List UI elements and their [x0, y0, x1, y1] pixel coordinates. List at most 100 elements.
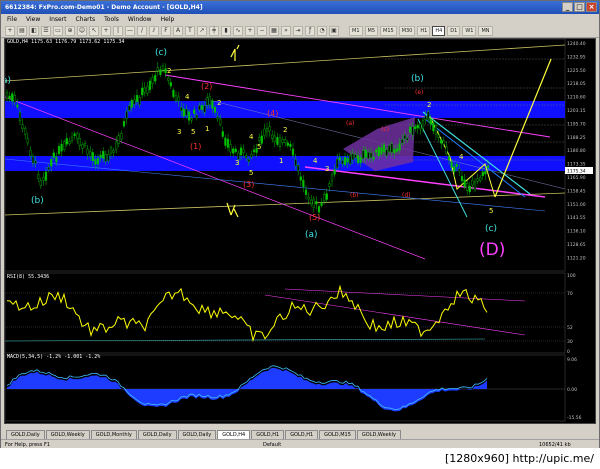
menu-charts[interactable]: Charts — [76, 16, 96, 23]
tab-gold-m15[interactable]: GOLD,M15 — [319, 430, 356, 439]
candle-body — [481, 171, 484, 177]
market-watch-icon[interactable]: ◧ — [29, 25, 39, 36]
candle-body — [289, 143, 292, 147]
tf-mn[interactable]: MN — [478, 25, 493, 36]
vertical-line-icon[interactable]: | — [113, 25, 123, 36]
candle-body — [416, 125, 419, 129]
candle-body — [424, 115, 427, 120]
candle-body — [265, 128, 269, 133]
fibonacci-icon[interactable]: F — [161, 25, 171, 36]
line-chart-icon[interactable]: ∿ — [233, 25, 243, 36]
tab-gold-weekly-2[interactable]: GOLD,Weekly — [356, 430, 401, 439]
new-chart-icon[interactable]: + — [5, 25, 15, 36]
candle-body — [310, 199, 313, 205]
menu-insert[interactable]: Insert — [49, 16, 66, 23]
periods-icon[interactable]: ◔ — [317, 25, 327, 36]
maximize-button[interactable]: □ — [574, 2, 585, 12]
text-icon[interactable]: A — [173, 25, 183, 36]
expert-advisors-icon[interactable]: ☺ — [77, 25, 87, 36]
horizontal-line-icon[interactable]: — — [125, 25, 135, 36]
candle-body — [385, 149, 388, 156]
tab-gold-daily-2[interactable]: GOLD,Daily — [137, 430, 177, 439]
tab-gold-daily[interactable]: GOLD,Daily — [6, 430, 45, 439]
candle-body — [57, 146, 61, 154]
candle-body — [388, 145, 391, 152]
candle-body — [447, 156, 451, 161]
menu-help[interactable]: Help — [161, 16, 175, 23]
status-profile: Default — [263, 441, 282, 448]
crosshair-icon[interactable]: + — [101, 25, 111, 36]
candle-body — [13, 95, 16, 103]
candle-body — [195, 114, 198, 118]
tf-m30[interactable]: M30 — [398, 25, 416, 36]
candle-body — [86, 148, 89, 155]
new-order-icon[interactable]: ⊕ — [65, 25, 75, 36]
tf-h1[interactable]: H1 — [417, 25, 431, 36]
label-icon[interactable]: T — [185, 25, 195, 36]
rsi-axis: 100 70 52 30 0 — [567, 273, 576, 355]
candle-body — [333, 169, 336, 175]
profiles-icon[interactable]: ▤ — [17, 25, 27, 36]
svg-text:5: 5 — [249, 169, 253, 177]
candle-body — [302, 179, 305, 187]
navigator-icon[interactable]: ☰ — [41, 25, 51, 36]
candle-body — [185, 108, 188, 116]
templates-icon[interactable]: ▣ — [329, 25, 339, 36]
channel-icon[interactable]: ⫽ — [149, 25, 159, 36]
tf-d1[interactable]: D1 — [447, 25, 461, 36]
tab-gold-daily-3[interactable]: GOLD,Daily — [177, 430, 217, 439]
tab-gold-h1-2[interactable]: GOLD,H1 — [285, 430, 319, 439]
bar-chart-icon[interactable]: ╪ — [209, 25, 219, 36]
chart-shift-icon[interactable]: ⇥ — [293, 25, 303, 36]
macd-tick-label: 9.06 — [567, 357, 577, 363]
candle-body — [52, 152, 55, 158]
candle-body — [211, 100, 214, 109]
candle-body — [380, 147, 383, 155]
close-button[interactable]: × — [586, 2, 597, 12]
candle-body — [320, 202, 323, 206]
candle-body — [24, 128, 27, 135]
tf-m1[interactable]: M1 — [349, 25, 363, 36]
candle-body — [39, 180, 42, 186]
tab-gold-h1[interactable]: GOLD,H1 — [251, 430, 285, 439]
menu-window[interactable]: Window — [128, 16, 152, 23]
arrow-icon[interactable]: ↗ — [197, 25, 207, 36]
tab-gold-weekly[interactable]: GOLD,Weekly — [45, 430, 90, 439]
current-price-label: 1175.34 — [567, 169, 586, 175]
chart-header: GOLD,H4 1175.63 1176.79 1173.62 1175.34 — [7, 39, 125, 45]
tf-m15[interactable]: M15 — [380, 25, 397, 36]
terminal-icon[interactable]: ▭ — [53, 25, 63, 36]
candle-body — [338, 157, 341, 161]
candle-body — [130, 100, 133, 108]
price-tick-label: 1232.95 — [567, 54, 586, 60]
rsi-header: RSI(8) 55.3436 — [7, 274, 50, 280]
trendline-icon[interactable]: / — [137, 25, 147, 36]
tf-h4[interactable]: H4 — [432, 25, 446, 36]
indicators-icon[interactable]: ƒ — [305, 25, 315, 36]
candle-body — [37, 174, 40, 179]
tab-gold-h4[interactable]: GOLD,H4 — [217, 430, 251, 439]
zoom-out-icon[interactable]: − — [257, 25, 267, 36]
candle-body — [182, 108, 185, 117]
candle-body — [343, 157, 347, 165]
cursor-icon[interactable]: ↖ — [89, 25, 99, 36]
tile-icon[interactable]: ▦ — [269, 25, 279, 36]
candle-body — [76, 133, 79, 140]
menu-tools[interactable]: Tools — [104, 16, 119, 23]
minimize-button[interactable]: _ — [562, 2, 573, 12]
candle-body — [42, 177, 45, 181]
chart-window[interactable]: a) (b) (c) (2) (1) (3) (4) (5) (a) (b) (… — [4, 38, 596, 424]
zoom-in-icon[interactable]: + — [245, 25, 255, 36]
candle-body — [206, 97, 209, 106]
tf-m5[interactable]: M5 — [364, 25, 378, 36]
title-bar[interactable]: 6612384: FxPro.com-Demo01 - Demo Account… — [1, 1, 599, 14]
tab-gold-monthly[interactable]: GOLD,Monthly — [90, 430, 137, 439]
menu-view[interactable]: View — [26, 16, 40, 23]
menu-file[interactable]: File — [7, 16, 17, 23]
tf-w1[interactable]: W1 — [462, 25, 477, 36]
candle-chart-icon[interactable]: ▮ — [221, 25, 231, 36]
candle-body — [281, 139, 284, 143]
chart-canvas[interactable]: a) (b) (c) (2) (1) (3) (4) (5) (a) (b) (… — [5, 39, 595, 423]
autoscroll-icon[interactable]: » — [281, 25, 291, 36]
candle-body — [187, 111, 191, 121]
